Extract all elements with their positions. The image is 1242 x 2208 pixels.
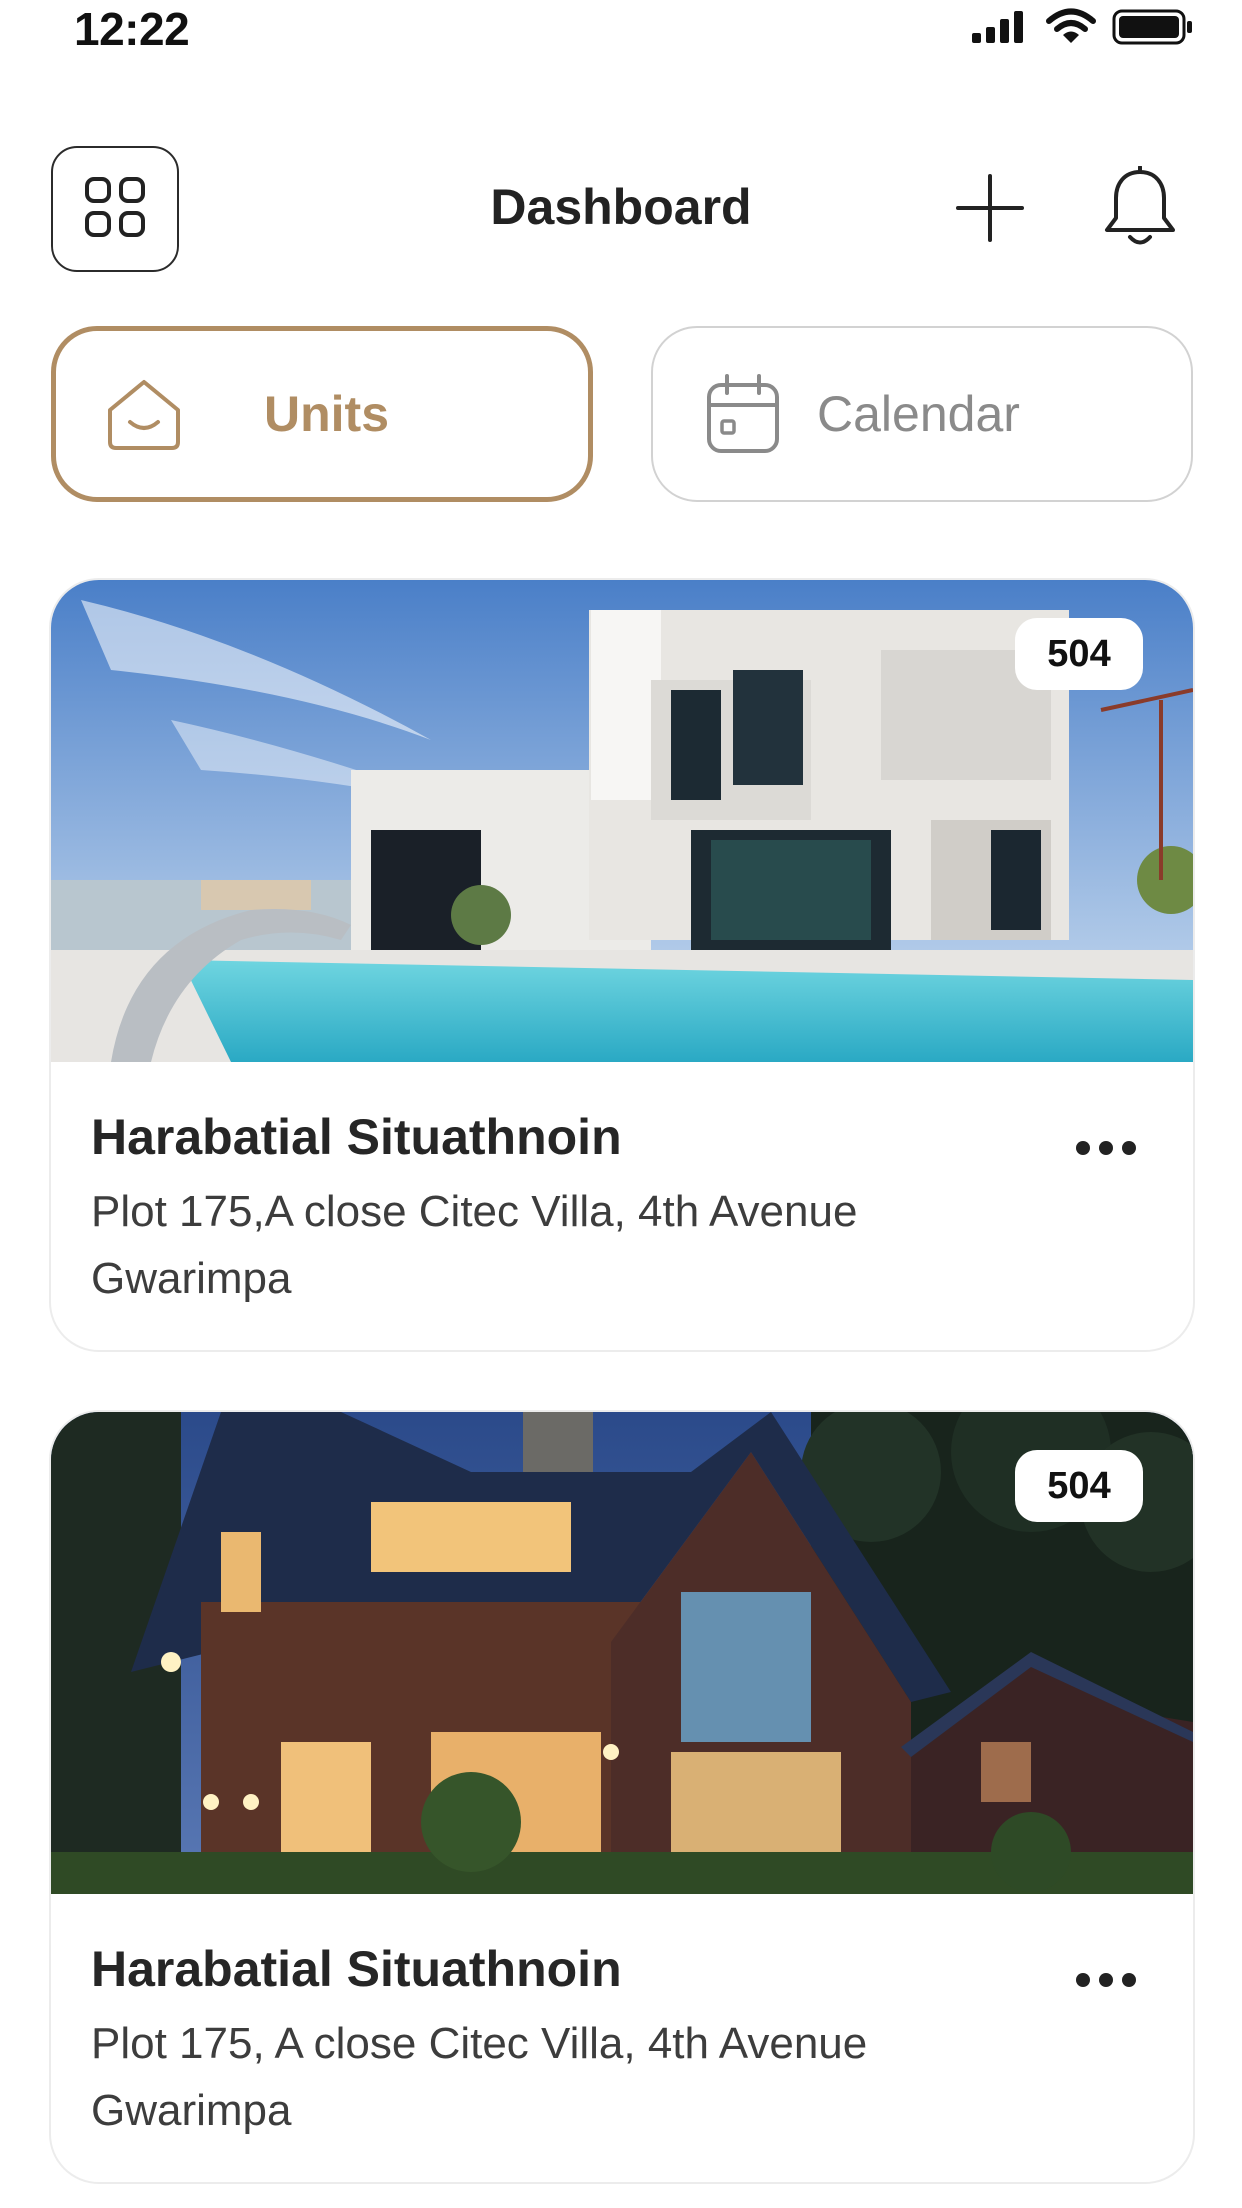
home-icon <box>104 376 184 452</box>
header: Dashboard <box>0 146 1242 274</box>
unit-card[interactable]: 504 Harabatial Situathnoin Plot 175, A c… <box>51 1412 1193 2182</box>
page-title: Dashboard <box>490 179 752 235</box>
plus-icon <box>955 173 1025 248</box>
unit-card[interactable]: 504 Harabatial Situathnoin Plot 175,A cl… <box>51 580 1193 1350</box>
add-button[interactable] <box>950 170 1030 250</box>
unit-address: Plot 175, A close Citec Villa, 4th Avenu… <box>91 2019 868 2135</box>
unit-badge: 504 <box>1015 618 1143 690</box>
unit-title: Harabatial Situathnoin <box>91 1109 622 1165</box>
calendar-icon <box>705 373 781 455</box>
bell-icon <box>1102 164 1178 255</box>
tab-calendar[interactable]: Calendar <box>651 326 1193 502</box>
status-icons <box>970 8 1194 51</box>
more-dot-icon <box>1099 1141 1113 1155</box>
battery-icon <box>1112 8 1194 51</box>
cellular-signal-icon <box>970 9 1030 50</box>
tab-calendar-label: Calendar <box>817 386 1020 442</box>
status-time: 12:22 <box>74 3 190 55</box>
tab-units[interactable]: Units <box>51 326 593 502</box>
unit-image: 504 <box>51 580 1193 1062</box>
more-dot-icon <box>1122 1973 1136 1987</box>
more-options-button[interactable] <box>1071 1960 1141 2000</box>
more-dot-icon <box>1099 1973 1113 1987</box>
more-dot-icon <box>1076 1973 1090 1987</box>
tab-units-label: Units <box>264 386 389 442</box>
wifi-icon <box>1046 8 1096 51</box>
unit-address: Plot 175,A close Citec Villa, 4th Avenue… <box>91 1187 858 1303</box>
more-dot-icon <box>1122 1141 1136 1155</box>
status-bar: 12:22 <box>0 0 1242 60</box>
notifications-button[interactable] <box>1098 164 1182 256</box>
unit-title: Harabatial Situathnoin <box>91 1941 622 1997</box>
more-dot-icon <box>1076 1141 1090 1155</box>
unit-image: 504 <box>51 1412 1193 1894</box>
unit-badge: 504 <box>1015 1450 1143 1522</box>
more-options-button[interactable] <box>1071 1128 1141 1168</box>
